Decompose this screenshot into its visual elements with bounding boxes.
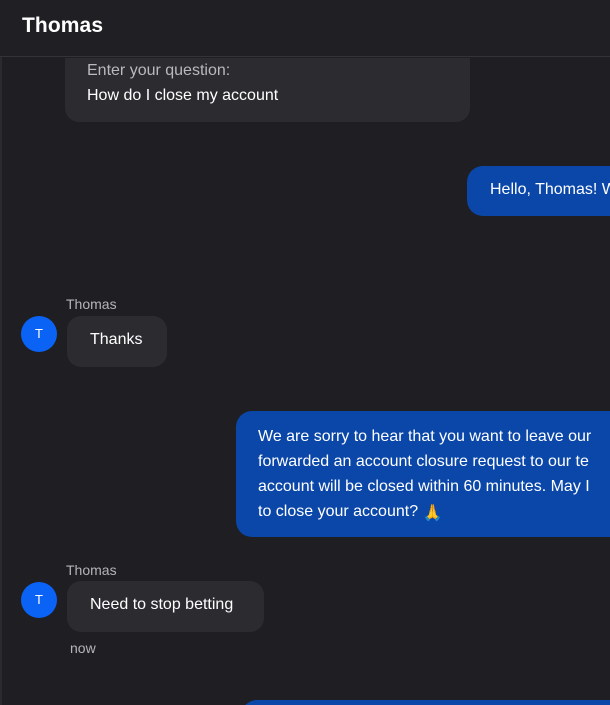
avatar-initial: T xyxy=(35,326,43,341)
incoming-message-bubble: Thanks xyxy=(67,316,167,367)
incoming-message-text: Need to stop betting xyxy=(90,596,234,613)
outgoing-message-bubble: Hello, Thomas! W xyxy=(467,166,610,216)
chat-header: Thomas xyxy=(0,0,610,57)
chat-title: Thomas xyxy=(22,14,104,37)
outgoing-message-line: forwarded an account closure request to … xyxy=(258,453,589,470)
message-list[interactable]: Enter your question: How do I close my a… xyxy=(0,58,610,705)
avatar-initial: T xyxy=(35,592,43,607)
outgoing-message-bubble xyxy=(241,700,610,705)
sender-name: Thomas xyxy=(66,562,117,578)
outgoing-message-line: to close your account? 🙏 xyxy=(258,499,610,526)
question-value: How do I close my account xyxy=(87,87,279,104)
outgoing-message-bubble: We are sorry to hear that you want to le… xyxy=(236,411,610,537)
outgoing-message-line-text: to close your account? xyxy=(258,503,419,520)
incoming-message-bubble: Need to stop betting xyxy=(67,581,264,632)
outgoing-message-line: We are sorry to hear that you want to le… xyxy=(258,428,592,445)
avatar: T xyxy=(21,582,57,618)
chat-window: Thomas Enter your question: How do I clo… xyxy=(0,0,610,705)
incoming-message-text: Thanks xyxy=(90,331,143,348)
message-timestamp: now xyxy=(70,640,96,656)
question-label: Enter your question: xyxy=(87,62,231,79)
outgoing-message-line: account will be closed within 60 minutes… xyxy=(258,478,590,495)
avatar: T xyxy=(21,316,57,352)
sender-name: Thomas xyxy=(66,296,117,312)
folded-hands-emoji: 🙏 xyxy=(422,505,443,522)
question-form-card: Enter your question: How do I close my a… xyxy=(65,58,470,122)
outgoing-message-text: Hello, Thomas! W xyxy=(490,181,610,198)
